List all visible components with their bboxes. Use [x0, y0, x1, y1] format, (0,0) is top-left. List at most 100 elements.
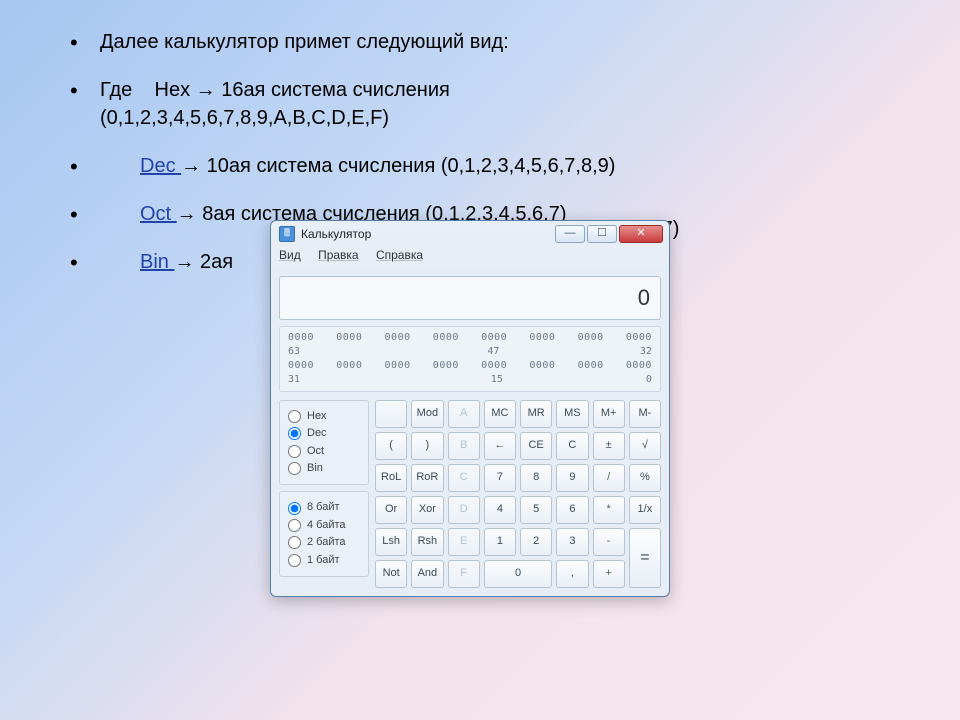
- bit-index: 47: [487, 345, 499, 359]
- bullet-3-rest: → 10ая система счисления (0,1,2,3,4,5,6,…: [181, 155, 615, 177]
- btn-1[interactable]: 1: [484, 528, 516, 556]
- maximize-button[interactable]: ☐: [587, 225, 617, 243]
- btn-mc[interactable]: MC: [484, 400, 516, 428]
- btn-not[interactable]: Not: [375, 560, 407, 588]
- radio-label: 4 байта: [307, 518, 346, 533]
- bit-index: 63: [288, 345, 300, 359]
- bit-nibble: 0000: [433, 359, 459, 373]
- btn-3[interactable]: 3: [556, 528, 588, 556]
- btn-sqrt[interactable]: √: [629, 432, 661, 460]
- btn-6[interactable]: 6: [556, 496, 588, 524]
- radio-label: 8 байт: [307, 500, 340, 515]
- close-button[interactable]: ✕: [619, 225, 663, 243]
- radio-8byte[interactable]: 8 байт: [288, 500, 360, 515]
- bullet-5-rest: → 2ая: [174, 251, 233, 273]
- radio-bin[interactable]: Bin: [288, 461, 360, 476]
- btn-ror[interactable]: RoR: [411, 464, 443, 492]
- calculator-icon: 🖩: [279, 226, 295, 242]
- bit-nibble: 0000: [385, 359, 411, 373]
- btn-mplus[interactable]: M+: [593, 400, 625, 428]
- bit-nibble: 0000: [433, 331, 459, 345]
- bit-nibble: 0000: [626, 359, 652, 373]
- bit-nibble: 0000: [481, 359, 507, 373]
- btn-div[interactable]: /: [593, 464, 625, 492]
- radio-4byte[interactable]: 4 байта: [288, 518, 360, 533]
- btn-mminus[interactable]: M-: [629, 400, 661, 428]
- btn-comma[interactable]: ,: [556, 560, 588, 588]
- bullet-1: Далее калькулятор примет следующий вид:: [70, 28, 900, 56]
- radio-dec[interactable]: Dec: [288, 426, 360, 441]
- btn-rol[interactable]: RoL: [375, 464, 407, 492]
- btn-mul[interactable]: *: [593, 496, 625, 524]
- btn-rparen[interactable]: ): [411, 432, 443, 460]
- bullet-3: Dec → 10ая система счисления (0,1,2,3,4,…: [70, 152, 900, 180]
- btn-mr[interactable]: MR: [520, 400, 552, 428]
- btn-b[interactable]: B: [448, 432, 480, 460]
- btn-rsh[interactable]: Rsh: [411, 528, 443, 556]
- bit-nibble: 0000: [288, 359, 314, 373]
- btn-inv[interactable]: 1/x: [629, 496, 661, 524]
- menu-edit[interactable]: Правка: [318, 248, 359, 262]
- bit-nibble: 0000: [578, 331, 604, 345]
- btn-a[interactable]: A: [448, 400, 480, 428]
- radio-oct[interactable]: Oct: [288, 444, 360, 459]
- btn-lparen[interactable]: (: [375, 432, 407, 460]
- btn-mod[interactable]: Mod: [411, 400, 443, 428]
- bit-nibble: 0000: [288, 331, 314, 345]
- btn-blank[interactable]: [375, 400, 407, 428]
- menu-view[interactable]: Вид: [279, 248, 301, 262]
- btn-2[interactable]: 2: [520, 528, 552, 556]
- btn-lsh[interactable]: Lsh: [375, 528, 407, 556]
- bit-nibble: 0000: [626, 331, 652, 345]
- btn-ce[interactable]: CE: [520, 432, 552, 460]
- dec-link: Dec: [140, 155, 181, 177]
- btn-plus[interactable]: +: [593, 560, 625, 588]
- display: 0: [279, 276, 661, 320]
- btn-equals[interactable]: =: [629, 528, 661, 588]
- window-title: Калькулятор: [301, 226, 555, 243]
- btn-or[interactable]: Or: [375, 496, 407, 524]
- btn-plusminus[interactable]: ±: [593, 432, 625, 460]
- word-radio-group: 8 байт 4 байта 2 байта 1 байт: [279, 491, 369, 577]
- bullet-2: Где Hex → 16ая система счисления (0,1,2,…: [70, 76, 900, 132]
- btn-4[interactable]: 4: [484, 496, 516, 524]
- btn-9[interactable]: 9: [556, 464, 588, 492]
- radio-label: Dec: [307, 426, 327, 441]
- btn-and[interactable]: And: [411, 560, 443, 588]
- bit-index: 0: [646, 373, 652, 387]
- btn-f[interactable]: F: [448, 560, 480, 588]
- button-grid: Mod A MC MR MS M+ M- ( ) B ← CE C ± √ Ro…: [375, 400, 661, 588]
- btn-percent[interactable]: %: [629, 464, 661, 492]
- btn-c[interactable]: C: [556, 432, 588, 460]
- btn-hex-c[interactable]: C: [448, 464, 480, 492]
- radio-label: 1 байт: [307, 553, 340, 568]
- bin-link: Bin: [140, 251, 174, 273]
- btn-backspace[interactable]: ←: [484, 432, 516, 460]
- radio-1byte[interactable]: 1 байт: [288, 553, 360, 568]
- menu-help[interactable]: Справка: [376, 248, 423, 262]
- bit-display: 0000 0000 0000 0000 0000 0000 0000 0000 …: [279, 326, 661, 392]
- btn-ms[interactable]: MS: [556, 400, 588, 428]
- bit-nibble: 0000: [336, 331, 362, 345]
- calculator-body: 0 0000 0000 0000 0000 0000 0000 0000 000…: [271, 268, 669, 596]
- window-buttons: — ☐ ✕: [555, 225, 663, 243]
- bit-nibble: 0000: [336, 359, 362, 373]
- radio-hex[interactable]: Hex: [288, 409, 360, 424]
- bit-index: 15: [491, 373, 503, 387]
- btn-d[interactable]: D: [448, 496, 480, 524]
- menubar: Вид Правка Справка: [271, 245, 669, 268]
- bit-index: 32: [640, 345, 652, 359]
- bullet-2-line2: (0,1,2,3,4,5,6,7,8,9,A,B,C,D,E,F): [100, 107, 389, 129]
- minimize-button[interactable]: —: [555, 225, 585, 243]
- bit-nibble: 0000: [578, 359, 604, 373]
- btn-7[interactable]: 7: [484, 464, 516, 492]
- radio-2byte[interactable]: 2 байта: [288, 535, 360, 550]
- btn-e[interactable]: E: [448, 528, 480, 556]
- btn-8[interactable]: 8: [520, 464, 552, 492]
- btn-0[interactable]: 0: [484, 560, 553, 588]
- radio-label: 2 байта: [307, 535, 346, 550]
- btn-minus[interactable]: -: [593, 528, 625, 556]
- base-radio-group: Hex Dec Oct Bin: [279, 400, 369, 486]
- btn-5[interactable]: 5: [520, 496, 552, 524]
- btn-xor[interactable]: Xor: [411, 496, 443, 524]
